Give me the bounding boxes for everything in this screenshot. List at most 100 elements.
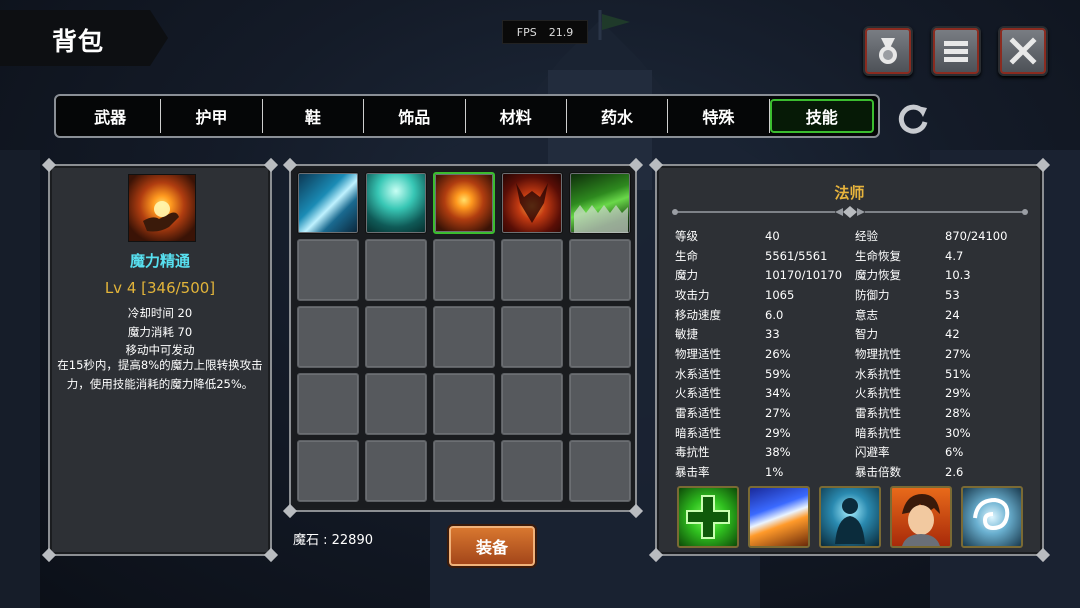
tab-potion[interactable]: 药水	[567, 99, 669, 133]
inventory-slot[interactable]	[433, 373, 495, 435]
character-class: 法师	[834, 184, 865, 202]
equipped-skill-slot[interactable]	[819, 486, 881, 548]
stat-label: 防御力	[855, 287, 890, 302]
inventory-slot[interactable]	[501, 239, 563, 301]
achievements-button[interactable]	[863, 26, 913, 76]
stat-label: 魔力恢复	[855, 268, 901, 283]
inventory-slot[interactable]	[433, 440, 495, 502]
tab-armor[interactable]: 护甲	[161, 99, 263, 133]
stat-row: 移动速度 6.0 意志 24	[675, 305, 1035, 325]
menu-button[interactable]	[931, 26, 981, 76]
stat-value: 24	[945, 307, 960, 322]
stat-row: 暗系适性 29% 暗系抗性 30%	[675, 423, 1035, 443]
inventory-slot[interactable]	[569, 172, 631, 234]
refresh-button[interactable]	[893, 98, 933, 138]
spirit-form-skill-icon	[835, 498, 865, 544]
equip-button[interactable]: 装备	[449, 526, 535, 566]
inventory-slot[interactable]	[501, 373, 563, 435]
stat-value: 1065	[765, 287, 795, 302]
stat-label: 雷系抗性	[855, 406, 901, 421]
inventory-slot[interactable]	[501, 172, 563, 234]
stat-value: 30%	[945, 425, 971, 440]
stat-label: 火系抗性	[855, 386, 901, 401]
equipped-skill-slot[interactable]	[961, 486, 1023, 548]
panel-corner	[263, 157, 279, 173]
inventory-slot[interactable]	[433, 239, 495, 301]
stat-value: 2.6	[945, 465, 964, 480]
inventory-slot[interactable]	[365, 440, 427, 502]
inventory-slot[interactable]	[569, 239, 631, 301]
equipped-skill-slot[interactable]	[677, 486, 739, 548]
tornado-skill-icon	[973, 497, 1010, 531]
equipped-skill-slot[interactable]	[890, 486, 952, 548]
stat-value: 6%	[945, 445, 964, 460]
equipped-skill-slot[interactable]	[748, 486, 810, 548]
panel-corner	[628, 503, 644, 519]
refresh-icon	[898, 104, 928, 134]
inventory-slot[interactable]	[569, 440, 631, 502]
stat-value: 38%	[765, 445, 791, 460]
stat-value: 42	[945, 327, 960, 342]
stat-label: 经验	[855, 228, 878, 243]
stat-row: 敏捷 33 智力 42	[675, 324, 1035, 344]
close-icon	[1009, 37, 1037, 65]
equipped-skills-bar	[677, 486, 1023, 548]
stat-value: 29%	[945, 386, 971, 401]
stat-label: 等级	[675, 228, 698, 243]
stat-value: 10.3	[945, 268, 971, 283]
stat-label: 智力	[855, 327, 878, 342]
inventory-slot[interactable]	[501, 440, 563, 502]
stat-value: 59%	[765, 366, 791, 381]
inventory-slot[interactable]	[365, 172, 427, 234]
stat-row: 火系适性 34% 火系抗性 29%	[675, 384, 1035, 404]
fps-value: 21.9	[548, 25, 574, 39]
stat-row: 魔力 10170/10170 魔力恢复 10.3	[675, 265, 1035, 285]
stat-value: 26%	[765, 346, 791, 361]
stat-value: 1%	[765, 465, 784, 480]
tab-special[interactable]: 特殊	[668, 99, 770, 133]
heal-cross-skill-icon	[686, 495, 730, 539]
tab-material[interactable]: 材料	[466, 99, 567, 133]
stat-value: 33	[765, 327, 780, 342]
stat-label: 暗系抗性	[855, 425, 901, 440]
tab-accessory[interactable]: 饰品	[364, 99, 466, 133]
inventory-slot[interactable]	[297, 306, 359, 368]
inventory-slot[interactable]	[433, 306, 495, 368]
skill-level: Lv 4 [346/500]	[104, 279, 216, 297]
fire-demon-skill-icon	[516, 183, 548, 223]
inventory-slot[interactable]	[297, 440, 359, 502]
tab-weapon[interactable]: 武器	[60, 99, 162, 133]
stat-label: 攻击力	[675, 287, 710, 302]
inventory-slot[interactable]	[365, 239, 427, 301]
tab-skill[interactable]: 技能	[769, 99, 874, 133]
inventory-slot[interactable]	[297, 172, 359, 234]
stat-row: 攻击力 1065 防御力 53	[675, 285, 1035, 305]
stat-label: 生命恢复	[855, 248, 901, 263]
close-button[interactable]	[998, 26, 1048, 76]
skill-description: 在15秒内，提高8%的魔力上限转换攻击力，使用技能消耗的魔力降低25%。	[57, 358, 263, 391]
stat-value: 4.7	[945, 248, 964, 263]
inventory-slot[interactable]	[569, 306, 631, 368]
stat-value: 5561/5561	[765, 248, 828, 263]
panel-corner	[1035, 157, 1051, 173]
panel-corner	[1035, 547, 1051, 563]
stat-value: 27%	[765, 406, 791, 421]
stat-value: 53	[945, 287, 960, 302]
skill-mana-cost: 魔力消耗 70	[127, 325, 193, 339]
stat-value: 870/24100	[945, 228, 1008, 243]
stat-label: 意志	[855, 307, 878, 322]
stat-label: 魔力	[675, 268, 698, 283]
skill-detail-panel: 魔力精通 Lv 4 [346/500] 冷却时间 20 魔力消耗 70 移动中可…	[41, 157, 279, 563]
inventory-slot[interactable]	[433, 172, 495, 234]
stat-row: 等级 40 经验 870/24100	[675, 226, 1035, 246]
stat-label: 敏捷	[675, 327, 698, 342]
stat-label: 水系适性	[675, 366, 721, 381]
panel-corner	[41, 157, 57, 173]
inventory-slot[interactable]	[297, 373, 359, 435]
inventory-slot[interactable]	[569, 373, 631, 435]
inventory-slot[interactable]	[501, 306, 563, 368]
inventory-slot[interactable]	[365, 306, 427, 368]
inventory-slot[interactable]	[297, 239, 359, 301]
tab-shoes[interactable]: 鞋	[263, 99, 365, 133]
inventory-slot[interactable]	[365, 373, 427, 435]
